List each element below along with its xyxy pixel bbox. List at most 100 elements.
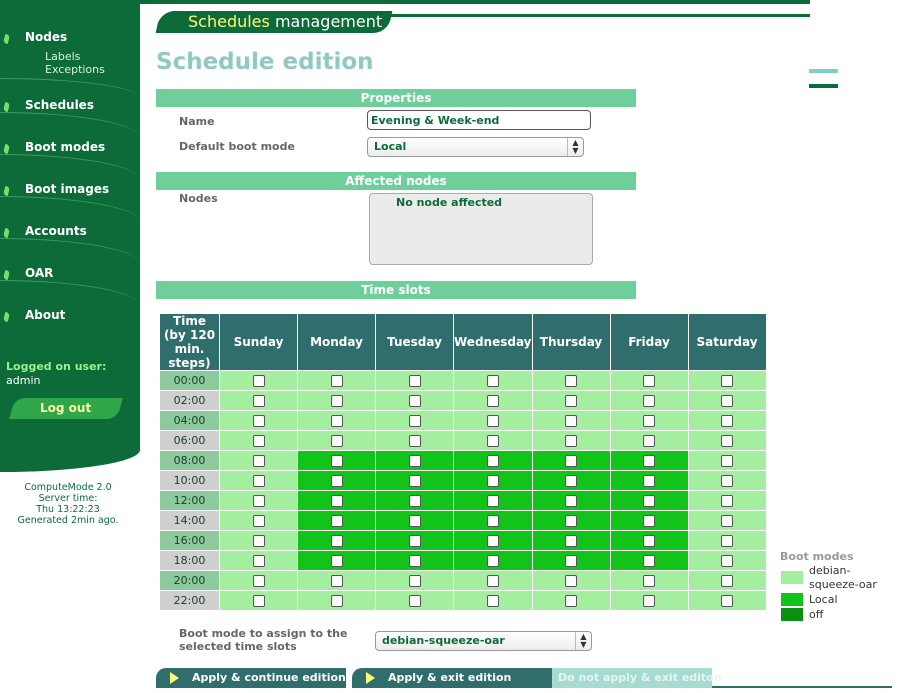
- time-slot-checkbox[interactable]: [565, 595, 578, 607]
- time-slot-checkbox[interactable]: [721, 435, 734, 447]
- time-slot-checkbox[interactable]: [721, 595, 734, 607]
- time-slot-checkbox[interactable]: [721, 535, 734, 547]
- time-slot-checkbox[interactable]: [486, 535, 499, 547]
- time-slot-label[interactable]: 14:00: [159, 510, 220, 531]
- time-slot-label[interactable]: 00:00: [159, 370, 220, 391]
- sidebar-item-boot-modes[interactable]: Boot modes: [0, 140, 140, 182]
- time-slot-checkbox[interactable]: [330, 395, 343, 407]
- time-slot-checkbox[interactable]: [330, 455, 343, 467]
- time-slot-checkbox[interactable]: [408, 435, 421, 447]
- day-header-saturday[interactable]: Saturday: [687, 313, 767, 371]
- time-slot-checkbox[interactable]: [486, 495, 499, 507]
- time-slot-checkbox[interactable]: [486, 595, 499, 607]
- time-slot-checkbox[interactable]: [486, 455, 499, 467]
- time-slot-checkbox[interactable]: [252, 475, 265, 487]
- time-slot-checkbox[interactable]: [252, 515, 265, 527]
- time-slot-checkbox[interactable]: [252, 395, 265, 407]
- apply-continue-button[interactable]: Apply & continue edition: [156, 668, 346, 688]
- sidebar-item-accounts[interactable]: Accounts: [0, 224, 140, 266]
- day-header-thursday[interactable]: Thursday: [531, 313, 611, 371]
- time-slot-checkbox[interactable]: [408, 515, 421, 527]
- day-header-monday[interactable]: Monday: [297, 313, 376, 371]
- time-slot-checkbox[interactable]: [565, 455, 578, 467]
- sidebar-item-about[interactable]: About: [0, 308, 140, 350]
- assign-boot-mode-select[interactable]: debian-squeeze-oar ▲ ▼: [375, 631, 592, 651]
- time-slot-checkbox[interactable]: [486, 435, 499, 447]
- time-slot-label[interactable]: 02:00: [159, 390, 220, 411]
- time-slot-checkbox[interactable]: [330, 515, 343, 527]
- time-slot-checkbox[interactable]: [486, 555, 499, 567]
- apply-exit-button[interactable]: Apply & exit edition: [352, 668, 552, 688]
- time-slot-checkbox[interactable]: [486, 475, 499, 487]
- day-header-sunday[interactable]: Sunday: [219, 313, 298, 371]
- time-slot-checkbox[interactable]: [252, 535, 265, 547]
- time-slot-checkbox[interactable]: [643, 515, 656, 527]
- time-slot-label[interactable]: 16:00: [159, 530, 220, 551]
- time-slot-checkbox[interactable]: [643, 375, 656, 387]
- time-slot-checkbox[interactable]: [565, 475, 578, 487]
- time-slot-checkbox[interactable]: [330, 575, 343, 587]
- time-slot-checkbox[interactable]: [643, 475, 656, 487]
- time-slot-checkbox[interactable]: [330, 435, 343, 447]
- time-slot-checkbox[interactable]: [330, 535, 343, 547]
- time-slot-checkbox[interactable]: [565, 375, 578, 387]
- time-slot-checkbox[interactable]: [486, 415, 499, 427]
- time-slot-checkbox[interactable]: [721, 455, 734, 467]
- day-header-tuesday[interactable]: Tuesday: [375, 313, 454, 371]
- time-slot-checkbox[interactable]: [330, 555, 343, 567]
- time-slot-checkbox[interactable]: [330, 495, 343, 507]
- time-slot-checkbox[interactable]: [252, 495, 265, 507]
- time-slot-label[interactable]: 22:00: [159, 590, 220, 611]
- time-slot-checkbox[interactable]: [486, 515, 499, 527]
- time-slot-checkbox[interactable]: [643, 495, 656, 507]
- time-slot-checkbox[interactable]: [408, 375, 421, 387]
- time-slot-checkbox[interactable]: [643, 455, 656, 467]
- time-slot-checkbox[interactable]: [565, 555, 578, 567]
- time-slot-checkbox[interactable]: [565, 575, 578, 587]
- time-slot-checkbox[interactable]: [408, 475, 421, 487]
- time-slot-label[interactable]: 12:00: [159, 490, 220, 511]
- time-slot-checkbox[interactable]: [721, 495, 734, 507]
- time-slot-checkbox[interactable]: [252, 575, 265, 587]
- time-slot-checkbox[interactable]: [252, 455, 265, 467]
- time-slot-checkbox[interactable]: [565, 515, 578, 527]
- time-slot-checkbox[interactable]: [565, 495, 578, 507]
- time-slot-checkbox[interactable]: [408, 395, 421, 407]
- time-slot-checkbox[interactable]: [486, 375, 499, 387]
- time-slot-checkbox[interactable]: [721, 555, 734, 567]
- time-slot-label[interactable]: 18:00: [159, 550, 220, 571]
- time-slot-checkbox[interactable]: [643, 535, 656, 547]
- time-slot-checkbox[interactable]: [721, 575, 734, 587]
- sidebar-subitem-labels[interactable]: Labels: [45, 50, 80, 63]
- time-slot-checkbox[interactable]: [408, 495, 421, 507]
- time-slot-checkbox[interactable]: [721, 395, 734, 407]
- nodes-list[interactable]: No node affected: [369, 193, 593, 265]
- time-slot-checkbox[interactable]: [643, 575, 656, 587]
- sidebar-item-boot-images[interactable]: Boot images: [0, 182, 140, 224]
- time-slot-checkbox[interactable]: [252, 595, 265, 607]
- time-slot-checkbox[interactable]: [252, 435, 265, 447]
- time-slot-checkbox[interactable]: [252, 375, 265, 387]
- time-slot-label[interactable]: 20:00: [159, 570, 220, 591]
- time-slot-checkbox[interactable]: [408, 535, 421, 547]
- time-slot-checkbox[interactable]: [330, 475, 343, 487]
- time-slot-checkbox[interactable]: [565, 415, 578, 427]
- sidebar-subitem-exceptions[interactable]: Exceptions: [45, 63, 105, 76]
- time-slot-checkbox[interactable]: [252, 555, 265, 567]
- time-slot-checkbox[interactable]: [643, 395, 656, 407]
- time-slot-checkbox[interactable]: [721, 415, 734, 427]
- time-slot-checkbox[interactable]: [565, 395, 578, 407]
- time-slot-label[interactable]: 08:00: [159, 450, 220, 471]
- time-slot-checkbox[interactable]: [486, 575, 499, 587]
- name-field[interactable]: [367, 110, 591, 130]
- logout-button[interactable]: Log out: [9, 398, 123, 419]
- time-slot-checkbox[interactable]: [721, 375, 734, 387]
- do-not-apply-exit-button[interactable]: Do not apply & exit editon: [537, 668, 722, 688]
- time-slot-checkbox[interactable]: [408, 595, 421, 607]
- time-slot-checkbox[interactable]: [721, 515, 734, 527]
- time-slot-checkbox[interactable]: [408, 455, 421, 467]
- time-slot-checkbox[interactable]: [330, 595, 343, 607]
- time-slot-checkbox[interactable]: [565, 435, 578, 447]
- time-slot-checkbox[interactable]: [643, 435, 656, 447]
- time-slot-checkbox[interactable]: [408, 555, 421, 567]
